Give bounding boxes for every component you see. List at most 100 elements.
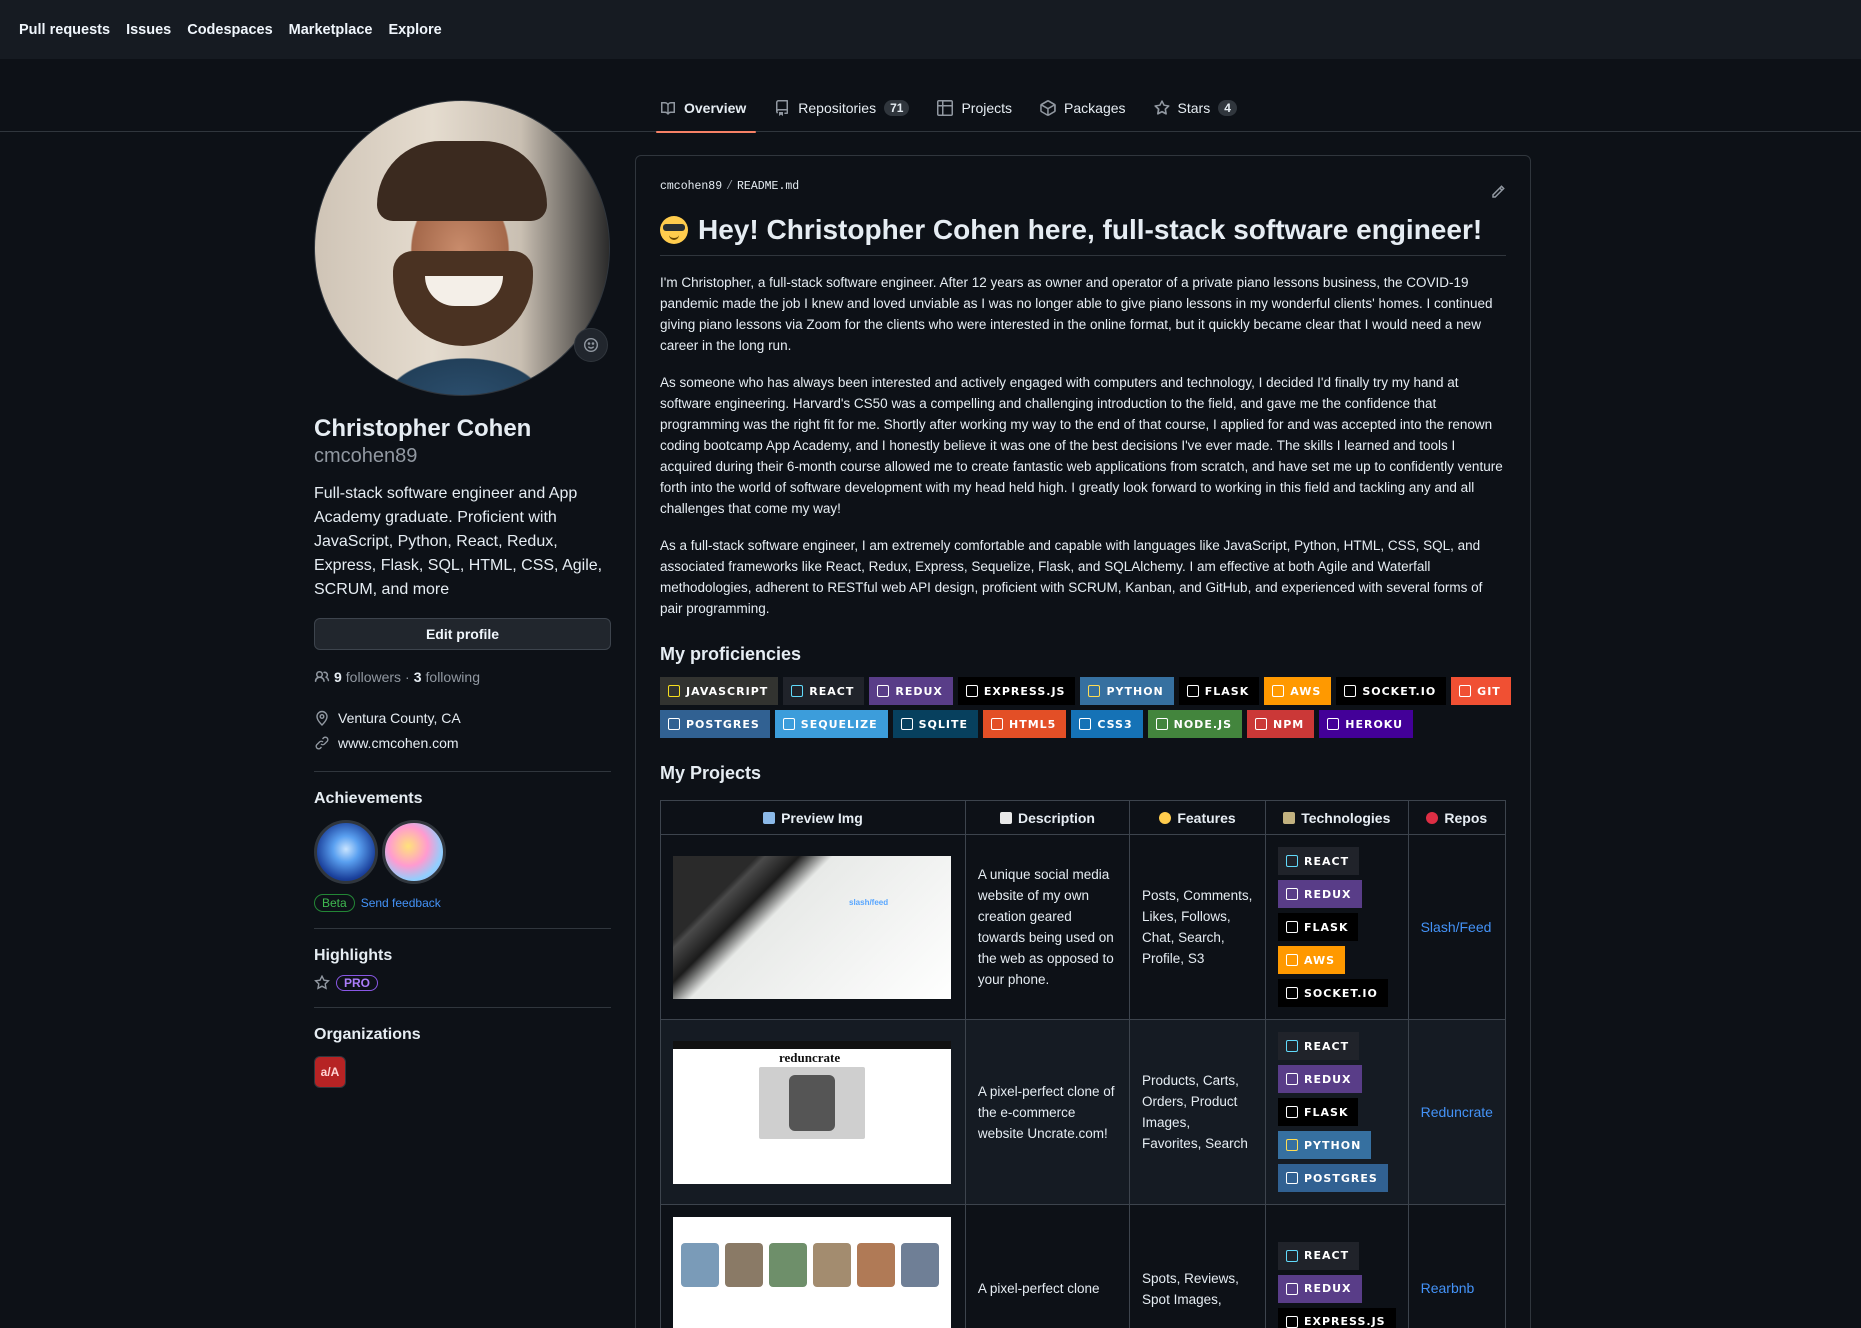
tab-projects[interactable]: Projects	[935, 84, 1014, 132]
badge-label: socket.io	[1304, 986, 1378, 1000]
nav-pull-requests[interactable]: Pull requests	[19, 22, 110, 38]
proficiency-badges: javascript react redux express.js python flas…	[660, 677, 1520, 738]
npm-logo-icon	[1255, 718, 1268, 730]
set-status-button[interactable]	[574, 328, 608, 362]
org-app-academy-avatar[interactable]: a/A	[314, 1056, 346, 1088]
tab-stars[interactable]: Stars 4	[1152, 84, 1239, 132]
nav-marketplace[interactable]: Marketplace	[289, 22, 373, 38]
redux-logo-icon	[877, 685, 890, 697]
followers-link[interactable]: followers	[346, 669, 401, 685]
achievements-section: Achievements Beta Send feedback	[314, 771, 611, 912]
book-icon	[661, 102, 675, 115]
nav-codespaces[interactable]: Codespaces	[187, 22, 272, 38]
repo-link[interactable]: Slash/Feed	[1421, 919, 1492, 935]
badge-label: flask	[1204, 684, 1250, 698]
badge-redux: redux	[1278, 1274, 1362, 1303]
git-logo-icon	[1459, 685, 1472, 697]
nav-explore[interactable]: Explore	[388, 22, 441, 38]
follow-separator: ·	[405, 669, 410, 685]
project-preview-image[interactable]: slash/feed	[673, 855, 951, 999]
location-icon	[316, 710, 328, 726]
following-link[interactable]: following	[426, 669, 480, 685]
tech-badge-list: react redux flask python postgres	[1278, 1032, 1396, 1192]
repositories-count: 71	[884, 100, 910, 116]
technologies-cell: react redux flask python postgres	[1265, 1019, 1409, 1205]
repo-link[interactable]: Rearbnb	[1421, 1280, 1475, 1296]
tab-packages[interactable]: Packages	[1038, 84, 1127, 132]
profile-sidebar: Christopher Cohen cmcohen89 Full-stack s…	[314, 100, 611, 1088]
badge-redux: redux	[1278, 880, 1362, 908]
badge-label: redux	[1304, 1072, 1352, 1086]
achievement-yolo-badge[interactable]	[382, 820, 446, 884]
readme-path: cmcohen89 / README.md	[660, 180, 1506, 193]
people-icon	[314, 670, 330, 682]
edit-profile-button[interactable]: Edit profile	[314, 618, 611, 650]
readme-file-link[interactable]: README.md	[737, 180, 799, 193]
flask-logo-icon	[1286, 921, 1298, 933]
highlights-title: Highlights	[314, 947, 393, 964]
badge-label: node.js	[1173, 717, 1233, 731]
projects-table: Preview Img Description Features Technol…	[660, 800, 1507, 1328]
project-preview-image[interactable]	[673, 1217, 951, 1328]
socket-io-logo-icon	[1286, 987, 1298, 999]
badge-css3: css3	[1071, 710, 1143, 738]
achievement-pull-shark-badge[interactable]	[314, 820, 378, 884]
pencil-icon[interactable]	[1490, 184, 1506, 200]
badge-label: react	[1304, 854, 1350, 868]
badge-label: socket.io	[1362, 684, 1437, 698]
col-repos-label: Repos	[1444, 809, 1488, 826]
nav-issues[interactable]: Issues	[126, 22, 171, 38]
badge-aws: aws	[1264, 677, 1332, 705]
flask-logo-icon	[1286, 1106, 1298, 1118]
badge-label: html5	[1009, 717, 1057, 731]
postgres-logo-icon	[1286, 1172, 1298, 1184]
preview-product-image	[759, 1066, 865, 1139]
stars-count: 4	[1218, 100, 1237, 116]
badge-react: react	[1278, 847, 1360, 875]
col-features: Features	[1129, 800, 1266, 835]
react-logo-icon	[791, 685, 804, 697]
badge-sequelize: sequelize	[774, 710, 888, 738]
avatar[interactable]	[314, 100, 610, 396]
tab-overview[interactable]: Overview	[655, 84, 757, 133]
table-row: A pixel-perfect clone Spots, Reviews, Sp…	[660, 1204, 1507, 1328]
website-link[interactable]: www.cmcohen.com	[338, 735, 459, 751]
badge-label: react	[1304, 1039, 1350, 1053]
repo-link[interactable]: Reduncrate	[1421, 1104, 1493, 1120]
preview-logo-text: reduncrate	[779, 1049, 841, 1065]
organizations-title: Organizations	[314, 1026, 421, 1043]
readme-owner-link[interactable]: cmcohen89	[660, 180, 722, 193]
features-cell: Posts, Comments, Likes, Follows, Chat, S…	[1129, 834, 1266, 1020]
star-emoji-icon	[1159, 811, 1172, 824]
html5-logo-icon	[991, 718, 1004, 730]
location-text: Ventura County, CA	[338, 709, 461, 726]
socket-io-logo-icon	[1344, 685, 1357, 697]
path-separator: /	[726, 180, 734, 193]
preview-listing-tile	[681, 1243, 719, 1287]
send-feedback-link[interactable]: Send feedback	[361, 896, 441, 910]
following-count[interactable]: 3	[414, 669, 422, 685]
badge-label: express.js	[983, 684, 1066, 698]
tab-label: Repositories	[798, 100, 877, 116]
picture-icon	[763, 811, 776, 824]
repo-cell: Slash/Feed	[1407, 834, 1507, 1020]
preview-cell: slash/feed	[660, 834, 966, 1020]
badge-label: python	[1304, 1138, 1362, 1152]
badge-socket-io: socket.io	[1278, 979, 1388, 1007]
redux-logo-icon	[1286, 1073, 1298, 1085]
tab-repositories[interactable]: Repositories 71	[772, 84, 911, 132]
table-icon	[937, 100, 954, 116]
badge-label: react	[809, 684, 855, 698]
project-preview-image[interactable]: reduncrate	[673, 1040, 951, 1184]
achievements-title[interactable]: Achievements	[314, 788, 611, 810]
badge-label: git	[1477, 684, 1501, 698]
badge-react: react	[1278, 1241, 1360, 1270]
technologies-cell: react redux express.js	[1265, 1204, 1409, 1328]
react-logo-icon	[1286, 1249, 1298, 1262]
table-row: slash/feed A unique social media website…	[660, 834, 1507, 1020]
followers-count[interactable]: 9	[334, 669, 342, 685]
python-logo-icon	[1088, 685, 1101, 697]
page-icon	[999, 811, 1012, 824]
javascript-logo-icon	[668, 685, 680, 697]
avatar-hair	[377, 141, 547, 221]
